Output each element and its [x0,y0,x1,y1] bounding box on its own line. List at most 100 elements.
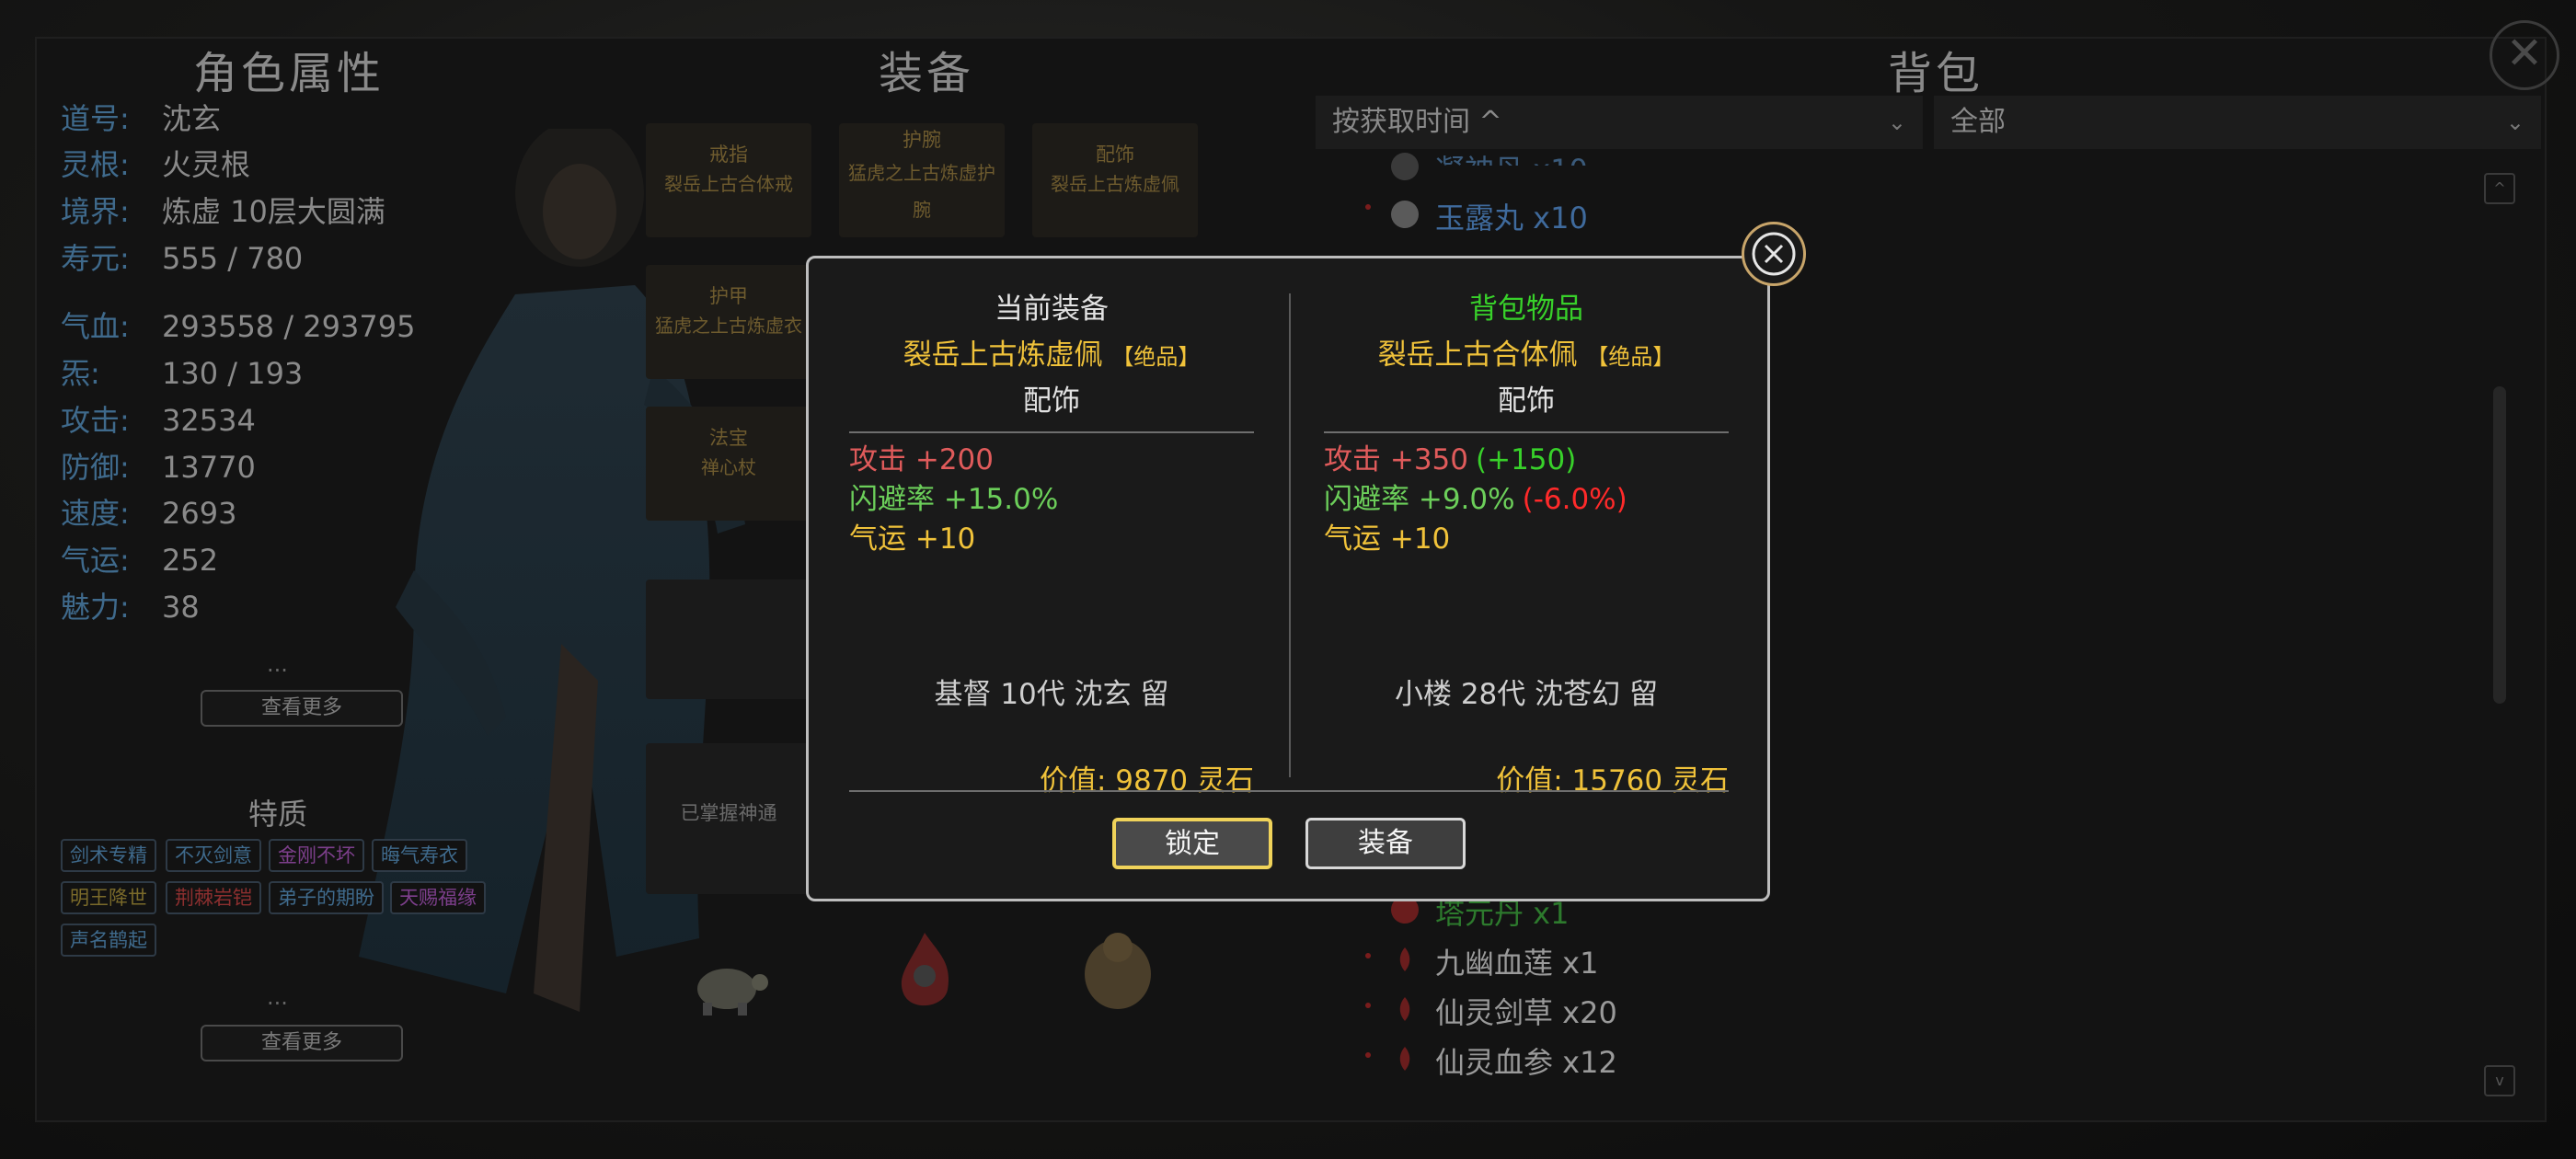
equip-slot-accessory[interactable]: 配饰 裂岳上古炼虚佩 [1032,123,1198,237]
stat-row: 气运 +10 [1324,520,1729,559]
slot-item: 裂岳上古合体戒 [664,173,793,195]
attribute-value: 38 [162,590,200,625]
filter-dropdown[interactable]: 全部 ⌄ [1934,96,2541,149]
equip-slot-armor[interactable]: 护甲 猛虎之上古炼虚衣 [646,265,811,379]
attribute-row: 魅力: 38 [61,584,200,626]
attribute-row: 寿元: 555 / 780 [61,235,303,278]
inventory-item[interactable]: 凝神丹 x10 [1435,147,1588,166]
slot-item: 裂岳上古炼虚佩 [1051,173,1179,195]
attribute-value: 2693 [162,496,237,531]
inventory-scrollbar[interactable] [2493,386,2506,704]
close-icon [1752,232,1796,276]
scroll-down-button[interactable]: v [2484,1065,2515,1096]
trait-tag[interactable]: 天赐福缘 [390,881,486,914]
filter-dropdown-label: 全部 [1950,106,2006,138]
view-more-attributes-button[interactable]: 查看更多 [201,690,403,727]
traits-title: 特质 [248,797,308,832]
equipment-title: 装备 [879,48,975,99]
slot-item: 猛虎之上古炼虚护腕 [848,162,995,221]
slot-label: 配饰 [1096,143,1134,166]
stat-label: 闪避率 +9.0% [1324,483,1515,516]
attribute-row: 境界: 炼虚 10层大圆满 [61,189,385,231]
inventory-item[interactable]: 玉露丸 x10 [1435,195,1588,237]
view-more-traits-button[interactable]: 查看更多 [201,1025,403,1061]
sort-dropdown[interactable]: 按获取时间 ^ ⌄ [1316,96,1923,149]
chevron-down-icon: ⌄ [2505,109,2524,135]
attribute-row: 气运: 252 [61,537,218,580]
slot-label: 戒指 [709,143,748,166]
compare-dialog: 当前装备 裂岳上古炼虚佩 【绝品】 配饰 攻击 +200 闪避率 +15.0% 气运… [806,222,1806,901]
attribute-row: 气血: 293558 / 293795 [61,304,415,346]
attribute-label: 防御: [61,450,130,485]
attribute-label: 攻击: [61,403,130,438]
attribute-value: 293558 / 293795 [162,309,416,344]
attribute-value: 沈玄 [162,101,222,136]
equip-slot-empty[interactable] [646,580,811,699]
current-item-type: 配饰 [1023,384,1080,418]
bag-item-type: 配饰 [1498,384,1555,418]
inventory-item[interactable]: 仙灵血参 x12 [1435,1039,1617,1082]
stat-row: 攻击 +350 (+150) [1324,441,1729,480]
equip-slot-ring[interactable]: 戒指 裂岳上古合体戒 [646,123,811,237]
technique-slot[interactable]: 已掌握神通 [646,743,811,894]
current-inscription: 基督 10代 沈玄 留 [934,678,1169,711]
chevron-down-icon: ⌄ [1887,109,1906,135]
herb-icon [1399,947,1410,971]
stat-row: 气运 +10 [849,520,1254,559]
attribute-row: 防御: 13770 [61,444,256,487]
attribute-row: 炁: 130 / 193 [61,350,303,393]
stat-label: 攻击 +350 [1324,443,1468,476]
attribute-label: 魅力: [61,590,130,625]
stat-label: 闪避率 +15.0% [849,483,1059,516]
pill-icon [1391,153,1419,180]
attribute-value: 252 [162,543,219,578]
trait-tag[interactable]: 弟子的期盼 [269,881,384,914]
herb-icon [1399,1047,1410,1071]
footer-divider [849,790,1729,792]
divider [849,431,1254,433]
item-grade: 【绝品】 [1586,344,1675,370]
stat-diff: (+150) [1476,443,1577,476]
attributes-title: 角色属性 [193,48,385,99]
bag-stats-list: 攻击 +350 (+150) 闪避率 +9.0% (-6.0%) 气运 +10 [1324,441,1729,559]
turtle-icon[interactable] [681,947,773,1021]
slot-label: 护甲 [709,285,748,307]
item-name-text: 裂岳上古合体佩 [1377,339,1578,372]
trait-tag[interactable]: 金刚不坏 [269,839,364,872]
trait-tag[interactable]: 荆棘岩铠 [166,881,261,914]
new-item-dot [1365,1003,1371,1008]
attribute-value: 火灵根 [162,147,251,182]
lock-button[interactable]: 锁定 [1112,818,1272,869]
close-dialog-button[interactable] [1742,222,1806,286]
close-panel-button[interactable]: ✕ [2490,20,2559,90]
trait-tag[interactable]: 剑术专精 [61,839,156,872]
item-name-text: 裂岳上古炼虚佩 [903,339,1103,372]
trait-tag[interactable]: 不灭剑意 [166,839,261,872]
stat-label: 气运 +10 [849,522,976,556]
equip-slot-treasure[interactable]: 法宝 禅心杖 [646,407,811,521]
item-grade: 【绝品】 [1111,344,1201,370]
trait-tag[interactable]: 声名鹊起 [61,924,156,957]
attribute-label: 寿元: [61,241,130,276]
bag-title: 背包 [1888,48,1984,99]
scroll-up-button[interactable]: ^ [2484,173,2515,204]
stat-row: 闪避率 +15.0% [849,480,1254,520]
slot-item: 猛虎之上古炼虚衣 [655,315,802,337]
new-item-dot [1365,953,1371,958]
fire-beast-icon[interactable] [883,925,966,1017]
slot-label: 法宝 [709,427,748,449]
equip-button[interactable]: 装备 [1305,818,1466,869]
attributes-ellipsis: ... [267,651,288,677]
attribute-row: 灵根: 火灵根 [61,142,250,184]
inventory-item[interactable]: 仙灵剑草 x20 [1435,990,1617,1032]
bag-item-name: 裂岳上古合体佩 【绝品】 [1324,332,1729,378]
column-divider [1289,293,1291,777]
attribute-row: 道号: 沈玄 [61,96,221,138]
trait-tag[interactable]: 明王降世 [61,881,156,914]
ape-beast-icon[interactable] [1067,924,1168,1016]
equip-slot-bracer[interactable]: 护腕 猛虎之上古炼虚护腕 [839,123,1005,237]
inventory-item[interactable]: 九幽血莲 x1 [1435,940,1598,982]
trait-tag[interactable]: 晦气寿衣 [372,839,467,872]
stat-row: 闪避率 +9.0% (-6.0%) [1324,480,1729,520]
new-item-dot [1365,1052,1371,1058]
